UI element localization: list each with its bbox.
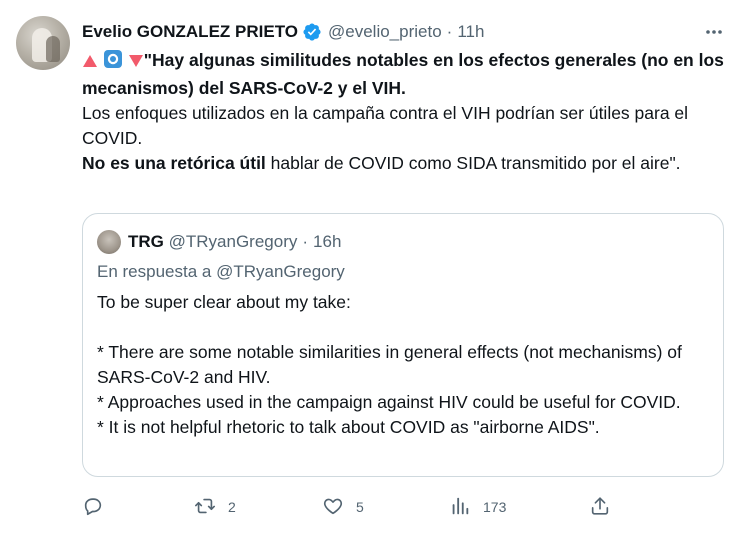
quoted-line: * There are some notable similarities in… [97,342,682,387]
red-triangle-down-emoji [128,51,144,76]
like-count: 5 [356,499,364,515]
share-button[interactable] [589,490,611,524]
views-count: 173 [483,499,507,515]
retweet-button[interactable]: 2 [194,490,236,524]
tweet[interactable]: Evelio GONZALEZ PRIETO @evelio_prieto · … [0,0,756,536]
quoted-line: * Approaches used in the campaign agains… [97,392,681,412]
reply-to-label[interactable]: En respuesta a @TRyanGregory [97,260,345,284]
red-triangle-up-emoji [82,51,98,76]
quoted-author-name[interactable]: TRG [128,232,164,252]
share-upload-icon [589,495,611,520]
tweet-paragraph-2: Los enfoques utilizados en la campaña co… [82,103,689,148]
quoted-line: To be super clear about my take: [97,292,351,312]
quoted-tweet-text: To be super clear about my take: * There… [97,290,707,440]
views-button[interactable]: 173 [449,490,506,524]
reply-button[interactable] [82,490,116,524]
blue-circle-emoji [103,49,123,76]
quoted-author-avatar[interactable] [97,230,121,254]
reply-bubble-icon [82,495,104,520]
separator-dot: · [446,22,453,41]
heart-icon [322,495,344,520]
quoted-separator-dot: · [302,232,309,251]
bar-chart-icon [449,495,471,520]
author-name[interactable]: Evelio GONZALEZ PRIETO [82,22,298,42]
tweet-bold-quote: "Hay algunas similitudes notables en los… [82,50,724,98]
verified-badge-icon [302,22,322,42]
author-handle[interactable]: @evelio_prieto [328,22,442,42]
author-avatar[interactable] [16,16,70,70]
quoted-author-handle[interactable]: @TRyanGregory [169,232,298,252]
tweet-header: Evelio GONZALEZ PRIETO @evelio_prieto · … [82,20,484,44]
quoted-tweet-time[interactable]: 16h [313,232,341,252]
quoted-tweet-header: TRG @TRyanGregory · 16h [128,230,341,254]
tweet-text: "Hay algunas similitudes notables en los… [82,48,732,176]
tweet-actions: 2 5 173 [82,490,622,524]
retweet-icon [194,495,216,520]
tweet-bold-phrase: No es una retórica útil [82,153,266,173]
more-dots-icon[interactable] [700,18,728,46]
tweet-paragraph-3-rest: hablar de COVID como SIDA transmitido po… [265,153,681,173]
quoted-line: * It is not helpful rhetoric to talk abo… [97,417,600,437]
tweet-time[interactable]: 11h [457,22,484,42]
like-button[interactable]: 5 [322,490,364,524]
tweet-paragraph-3: No es una retórica útil hablar de COVID … [82,151,732,176]
quoted-tweet[interactable]: TRG @TRyanGregory · 16h En respuesta a @… [82,213,724,477]
tweet-paragraph-1: "Hay algunas similitudes notables en los… [82,48,732,101]
retweet-count: 2 [228,499,236,515]
